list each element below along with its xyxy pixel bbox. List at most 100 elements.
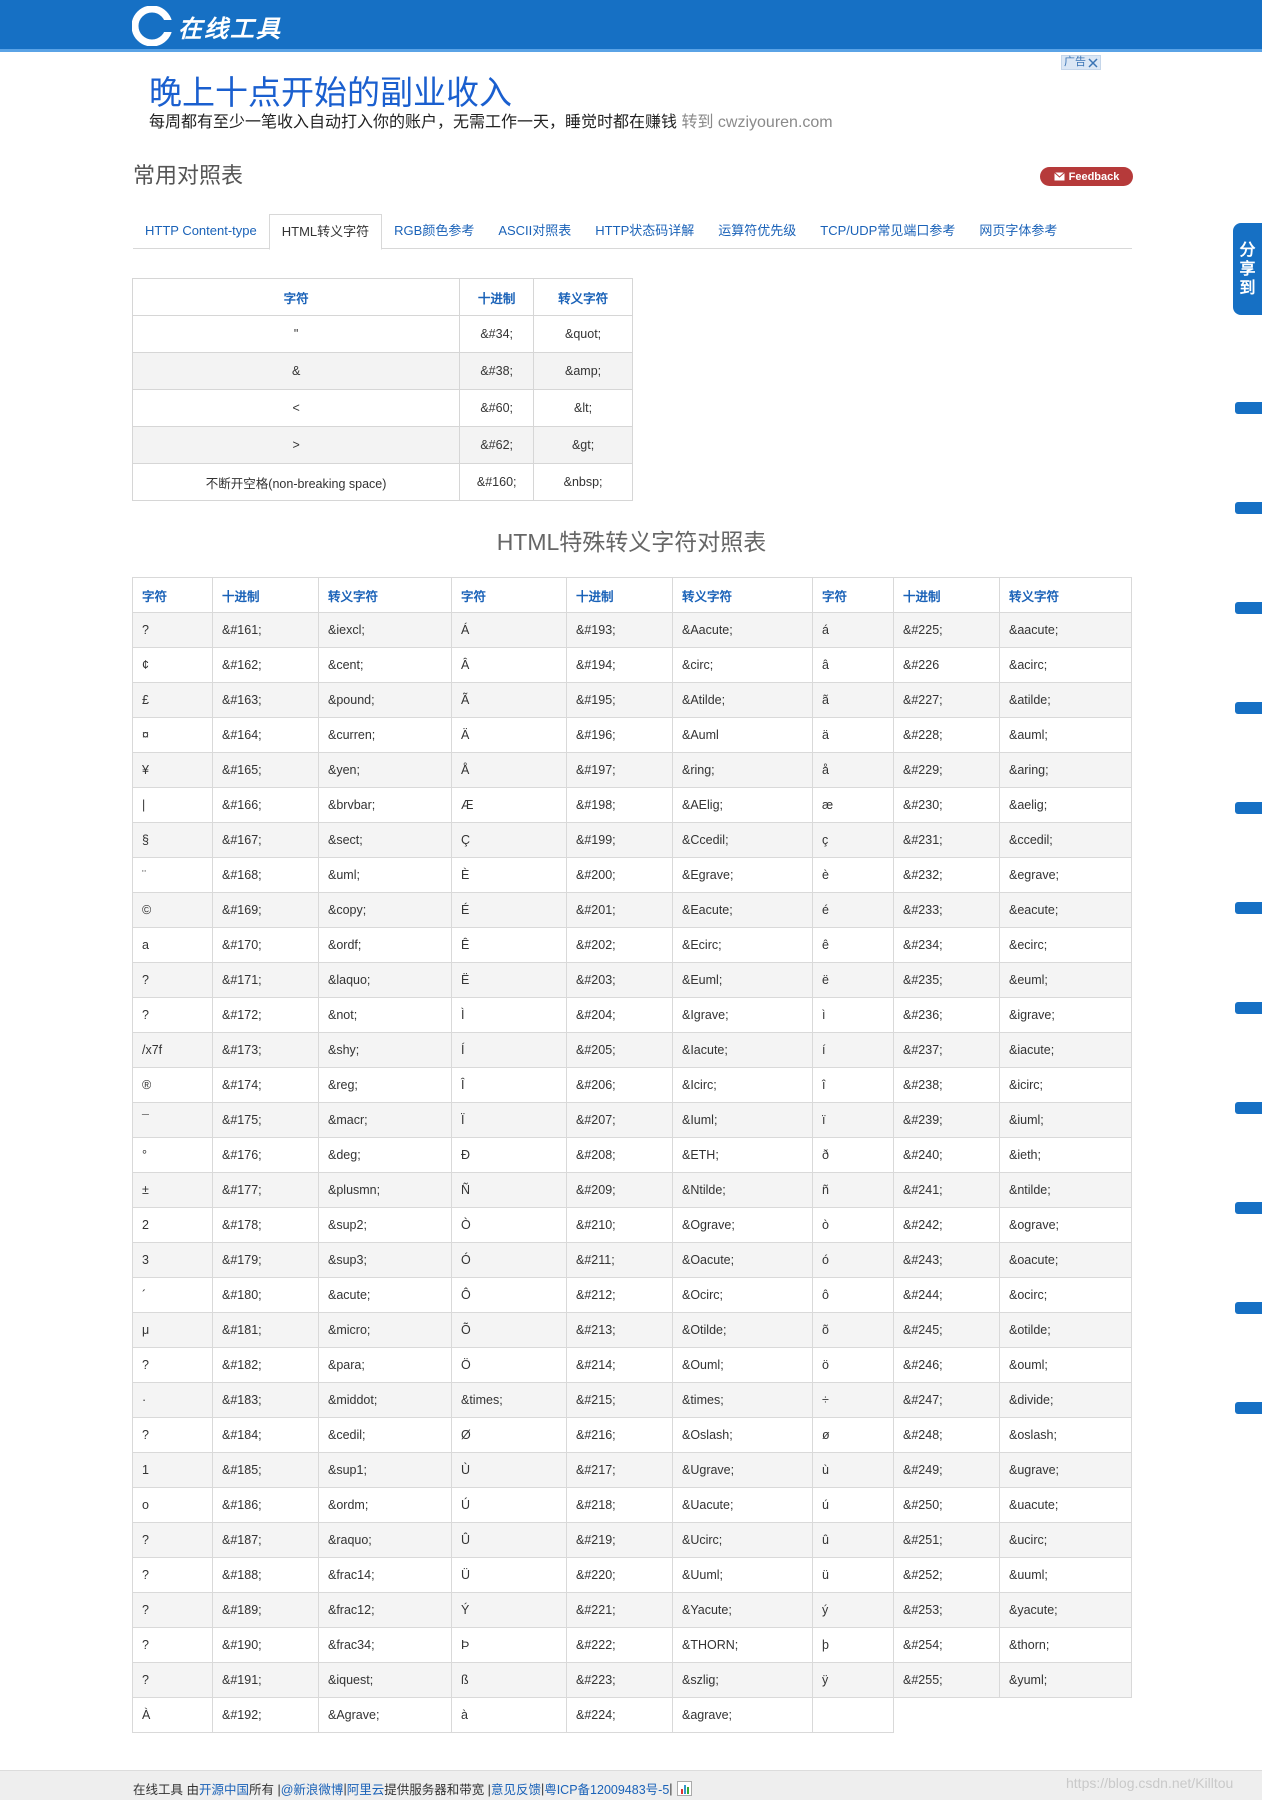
table-cell: &aelig; bbox=[999, 787, 1132, 823]
table-cell: &#204; bbox=[566, 997, 673, 1033]
table-row: & &#38; &amp; bbox=[131, 352, 633, 390]
section-title: HTML特殊转义字符对照表 bbox=[496, 529, 767, 555]
ad-description[interactable]: 每周都有至少一笔收入自动打入你的账户，无需工作一天，睡觉时都在赚钱 转到 cwz… bbox=[149, 108, 833, 132]
table-cell: &eacute; bbox=[999, 892, 1132, 928]
table-cell: &#255; bbox=[893, 1662, 1000, 1698]
table-cell: ? bbox=[132, 612, 213, 648]
table-cell: " bbox=[131, 315, 461, 353]
table-cell: Ô bbox=[451, 1277, 567, 1313]
table-cell: &quot; bbox=[533, 315, 633, 353]
table-cell: &#62; bbox=[459, 426, 535, 464]
tab-item[interactable]: HTTP Content-type bbox=[133, 214, 269, 249]
table-cell: &#195; bbox=[566, 682, 673, 718]
table-cell: &#221; bbox=[566, 1592, 673, 1628]
feedback-button[interactable]: Feedback bbox=[1040, 167, 1133, 186]
table-cell: ? bbox=[132, 1627, 213, 1663]
footer-link-aliyun[interactable]: 阿里云 bbox=[347, 1779, 385, 1798]
table-cell: &#167; bbox=[212, 822, 319, 858]
table-cell: &deg; bbox=[318, 1137, 452, 1173]
table-cell: &#250; bbox=[893, 1487, 1000, 1523]
table-cell: ´ bbox=[132, 1277, 213, 1313]
table-cell: &#179; bbox=[212, 1242, 319, 1278]
footer-link-weibo[interactable]: @新浪微博 bbox=[281, 1779, 344, 1798]
footer-link-feedback[interactable]: 意见反馈 bbox=[491, 1779, 541, 1798]
table-cell: &#246; bbox=[893, 1347, 1000, 1383]
table-cell: Ï bbox=[451, 1102, 567, 1138]
side-marker[interactable] bbox=[1235, 902, 1262, 914]
share-char: 分 bbox=[1239, 241, 1256, 259]
table-cell: &#253; bbox=[893, 1592, 1000, 1628]
side-marker[interactable] bbox=[1235, 602, 1262, 614]
footer-link-icp[interactable]: 粤ICP备12009483号-5 bbox=[544, 1779, 669, 1798]
table-cell: &#233; bbox=[893, 892, 1000, 928]
tab-item[interactable]: HTTP状态码详解 bbox=[583, 214, 706, 249]
footer-link-oschina[interactable]: 开源中国 bbox=[199, 1779, 249, 1798]
tab-item[interactable]: HTML转义字符 bbox=[268, 214, 383, 250]
column-header: 转义字符 bbox=[318, 577, 452, 613]
table-cell: &iacute; bbox=[999, 1032, 1132, 1068]
side-marker[interactable] bbox=[1235, 802, 1262, 814]
table-cell: &Igrave; bbox=[672, 997, 813, 1033]
tab-item[interactable]: ASCII对照表 bbox=[486, 214, 583, 249]
table-cell: &#227; bbox=[893, 682, 1000, 718]
table-cell: &uacute; bbox=[999, 1487, 1132, 1523]
table-cell: É bbox=[451, 892, 567, 928]
table-cell: &#235; bbox=[893, 962, 1000, 998]
table-cell: &#197; bbox=[566, 752, 673, 788]
table-cell: &Auml bbox=[672, 717, 813, 753]
table-cell: &divide; bbox=[999, 1382, 1132, 1418]
table-cell: &#212; bbox=[566, 1277, 673, 1313]
tab-item[interactable]: 运算符优先级 bbox=[706, 214, 808, 249]
table-cell: ÷ bbox=[812, 1382, 894, 1418]
table-cell: Ð bbox=[451, 1137, 567, 1173]
table-cell: &times; bbox=[672, 1382, 813, 1418]
tab-item[interactable]: 网页字体参考 bbox=[967, 214, 1069, 249]
table-cell: &yuml; bbox=[999, 1662, 1132, 1698]
table-cell: &#237; bbox=[893, 1032, 1000, 1068]
close-icon[interactable] bbox=[1088, 57, 1098, 68]
site-logo[interactable]: 在线工具 bbox=[132, 6, 282, 46]
table-cell: &ccedil; bbox=[999, 822, 1132, 858]
ad-headline[interactable]: 晚上十点开始的副业收入 bbox=[149, 66, 512, 114]
table-cell: â bbox=[812, 647, 894, 683]
table-cell: &Icirc; bbox=[672, 1067, 813, 1103]
table-cell: Á bbox=[451, 612, 567, 648]
side-marker[interactable] bbox=[1235, 1302, 1262, 1314]
side-marker[interactable] bbox=[1235, 502, 1262, 514]
side-marker[interactable] bbox=[1235, 402, 1262, 414]
table-row: | &#166; &brvbar; Æ &#198; &AElig; æ &#230; &ael… bbox=[132, 787, 1132, 823]
table-cell: &#211; bbox=[566, 1242, 673, 1278]
side-marker[interactable] bbox=[1235, 1002, 1262, 1014]
tab-item[interactable]: RGB颜色参考 bbox=[382, 214, 486, 249]
share-button[interactable]: 分 享 到 bbox=[1233, 223, 1262, 315]
table-cell: &#187; bbox=[212, 1522, 319, 1558]
stats-icon[interactable] bbox=[676, 1781, 692, 1796]
table-row: ? &#191; &iquest; ß &#223; &szlig; ÿ &#255; &yum… bbox=[132, 1662, 1132, 1698]
table-cell: &#185; bbox=[212, 1452, 319, 1488]
table-cell: &#183; bbox=[212, 1382, 319, 1418]
side-marker[interactable] bbox=[1235, 1102, 1262, 1114]
side-marker[interactable] bbox=[1235, 1202, 1262, 1214]
table-cell: & bbox=[131, 352, 461, 390]
ad-link[interactable]: 转到 cwziyouren.com bbox=[681, 114, 832, 131]
table-cell: &#170; bbox=[212, 927, 319, 963]
ad-label[interactable]: 广告 bbox=[1061, 55, 1101, 70]
table-cell: &#186; bbox=[212, 1487, 319, 1523]
table-cell: ° bbox=[132, 1137, 213, 1173]
side-marker[interactable] bbox=[1235, 702, 1262, 714]
table-cell: &ograve; bbox=[999, 1207, 1132, 1243]
table-row: ´ &#180; &acute; Ô &#212; &Ocirc; ô &#244; &ocir… bbox=[132, 1277, 1132, 1313]
table-row: " &#34; &quot; bbox=[131, 315, 633, 353]
column-header: 转义字符 bbox=[533, 278, 633, 316]
table-cell: &Uuml; bbox=[672, 1557, 813, 1593]
table-cell: &reg; bbox=[318, 1067, 452, 1103]
table-cell: &#194; bbox=[566, 647, 673, 683]
side-marker[interactable] bbox=[1235, 1402, 1262, 1414]
table-cell: &#192; bbox=[212, 1697, 319, 1733]
tab-item[interactable]: TCP/UDP常见端口参考 bbox=[808, 214, 967, 249]
table-cell: &Uacute; bbox=[672, 1487, 813, 1523]
table-cell: &#182; bbox=[212, 1347, 319, 1383]
table-cell: &amp; bbox=[533, 352, 633, 390]
column-header: 字符 bbox=[812, 577, 894, 613]
table-cell: Î bbox=[451, 1067, 567, 1103]
